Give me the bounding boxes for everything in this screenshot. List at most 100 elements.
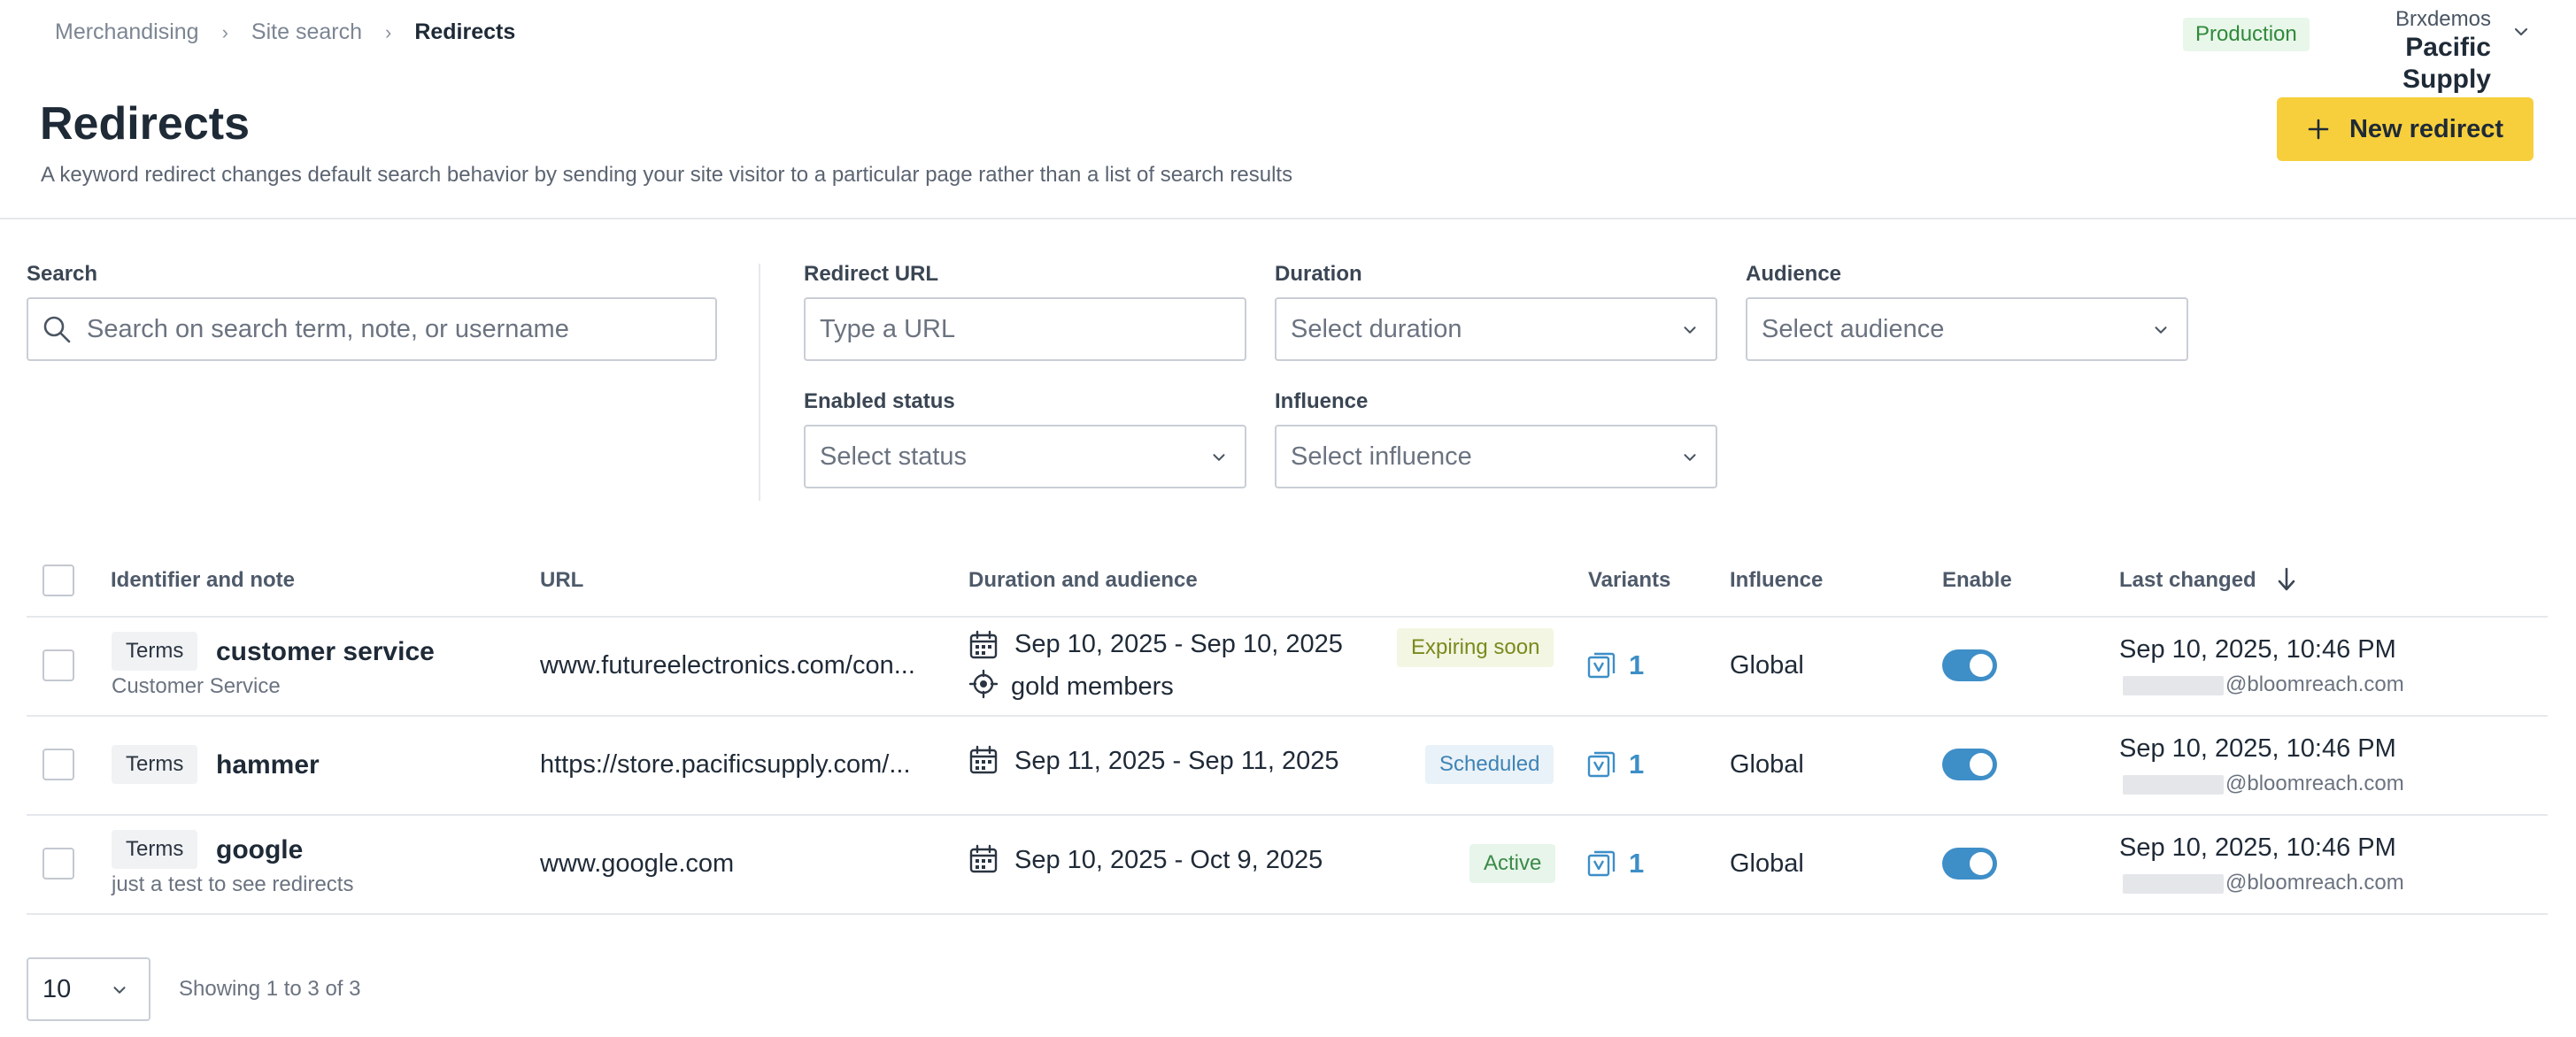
row-identifier[interactable]: google (216, 835, 303, 865)
row-duration: Sep 10, 2025 - Sep 10, 2025 (1014, 630, 1343, 658)
row-influence: Global (1730, 750, 1804, 779)
variants-icon (1587, 850, 1616, 877)
influence-placeholder: Select influence (1291, 442, 1472, 471)
breadcrumb: Merchandising › Site search › Redirects (55, 19, 515, 45)
type-tag: Terms (112, 830, 198, 869)
row-influence: Global (1730, 651, 1804, 680)
chevron-down-icon (113, 987, 126, 994)
sort-descending-icon[interactable] (2275, 566, 2298, 593)
duration-label: Duration (1275, 262, 1362, 286)
enabled-status-placeholder: Select status (820, 442, 968, 471)
column-last-changed[interactable]: Last changed (2119, 568, 2256, 593)
row-audience: gold members (1011, 672, 1174, 701)
row-url: www.google.com (540, 849, 735, 878)
variants-icon (1587, 751, 1616, 778)
row-duration: Sep 11, 2025 - Sep 11, 2025 (1014, 747, 1339, 775)
row-note: just a test to see redirects (112, 872, 354, 896)
row-influence: Global (1730, 849, 1804, 878)
duration-select[interactable]: Select duration (1275, 297, 1717, 361)
row-url: www.futureelectronics.com/con... (540, 651, 915, 680)
row-last-changed: Sep 10, 2025, 10:46 PM (2119, 734, 2396, 763)
status-badge: Active (1469, 844, 1556, 883)
row-checkbox[interactable] (42, 749, 74, 780)
audience-placeholder: Select audience (1762, 314, 1945, 343)
column-duration[interactable]: Duration and audience (968, 568, 1198, 593)
row-changed-by: @bloomreach.com (2123, 871, 2404, 895)
chevron-down-icon (1684, 326, 1696, 334)
search-placeholder: Search on search term, note, or username (87, 314, 569, 343)
header-divider (0, 218, 2576, 219)
calendar-icon (969, 630, 998, 659)
row-duration: Sep 10, 2025 - Oct 9, 2025 (1014, 846, 1323, 874)
row-identifier[interactable]: hammer (216, 750, 320, 780)
search-input[interactable]: Search on search term, note, or username (27, 297, 717, 361)
enable-toggle[interactable] (1942, 848, 1997, 880)
row-divider (27, 715, 2548, 717)
new-redirect-button[interactable]: New redirect (2277, 97, 2534, 161)
variant-count[interactable]: 1 (1629, 749, 1644, 780)
row-url: https://store.pacificsupply.com/... (540, 750, 911, 779)
redacted-username (2123, 675, 2224, 695)
enabled-status-label: Enabled status (804, 389, 955, 413)
variant-count[interactable]: 1 (1629, 848, 1644, 880)
redirect-url-placeholder: Type a URL (820, 314, 956, 343)
duration-placeholder: Select duration (1291, 314, 1462, 343)
redirect-url-input[interactable]: Type a URL (804, 297, 1246, 361)
select-all-checkbox[interactable] (42, 565, 74, 596)
search-label: Search (27, 262, 98, 286)
chevron-down-icon (2155, 326, 2167, 334)
audience-label: Audience (1746, 262, 1842, 286)
chevron-down-icon (1684, 454, 1696, 461)
column-enable[interactable]: Enable (1942, 568, 2012, 593)
redirect-url-label: Redirect URL (804, 262, 939, 286)
breadcrumb-redirects: Redirects (414, 19, 516, 44)
account-switcher[interactable]: Brxdemos Pacific Supply (2321, 7, 2491, 96)
redacted-username (2123, 873, 2224, 894)
variants-icon (1587, 652, 1616, 679)
plus-icon (2308, 119, 2329, 140)
variant-count[interactable]: 1 (1629, 649, 1644, 681)
redacted-username (2123, 774, 2224, 795)
row-changed-by: @bloomreach.com (2123, 672, 2404, 697)
new-redirect-label: New redirect (2348, 114, 2504, 143)
target-audience-icon (968, 669, 999, 699)
row-divider (27, 616, 2548, 618)
breadcrumb-site-search[interactable]: Site search (251, 19, 362, 45)
page-size-value: 10 (42, 974, 72, 1003)
enable-toggle[interactable] (1942, 749, 1997, 780)
chevron-right-icon: › (221, 20, 228, 43)
chevron-down-icon (1213, 454, 1225, 461)
row-note: Customer Service (112, 674, 281, 698)
chevron-right-icon: › (384, 20, 392, 43)
page-title: Redirects (40, 98, 250, 150)
account-name: Pacific Supply (2402, 33, 2491, 94)
column-identifier[interactable]: Identifier and note (111, 568, 295, 593)
calendar-icon (969, 745, 998, 774)
column-influence[interactable]: Influence (1730, 568, 1823, 593)
type-tag: Terms (112, 632, 198, 671)
row-checkbox[interactable] (42, 848, 74, 880)
chevron-down-icon[interactable] (2510, 21, 2532, 42)
audience-select[interactable]: Select audience (1746, 297, 2188, 361)
account-org: Brxdemos (2395, 7, 2491, 31)
environment-badge: Production (2183, 18, 2310, 51)
pagination-summary: Showing 1 to 3 of 3 (179, 977, 361, 1001)
column-url[interactable]: URL (540, 568, 583, 593)
row-identifier[interactable]: customer service (216, 637, 435, 667)
enable-toggle[interactable] (1942, 649, 1997, 681)
row-checkbox[interactable] (42, 649, 74, 681)
row-divider (27, 814, 2548, 816)
filter-divider (759, 264, 760, 501)
page-size-select[interactable]: 10 (27, 957, 150, 1021)
status-badge: Scheduled (1425, 745, 1554, 784)
top-bar: Merchandising › Site search › Redirects … (0, 0, 2576, 94)
breadcrumb-merchandising[interactable]: Merchandising (55, 19, 199, 45)
row-last-changed: Sep 10, 2025, 10:46 PM (2119, 833, 2396, 862)
page-description: A keyword redirect changes default searc… (41, 163, 1293, 187)
enabled-status-select[interactable]: Select status (804, 425, 1246, 488)
row-last-changed: Sep 10, 2025, 10:46 PM (2119, 635, 2396, 664)
column-variants[interactable]: Variants (1588, 568, 1670, 593)
influence-select[interactable]: Select influence (1275, 425, 1717, 488)
calendar-icon (969, 844, 998, 873)
status-badge: Expiring soon (1397, 628, 1554, 667)
